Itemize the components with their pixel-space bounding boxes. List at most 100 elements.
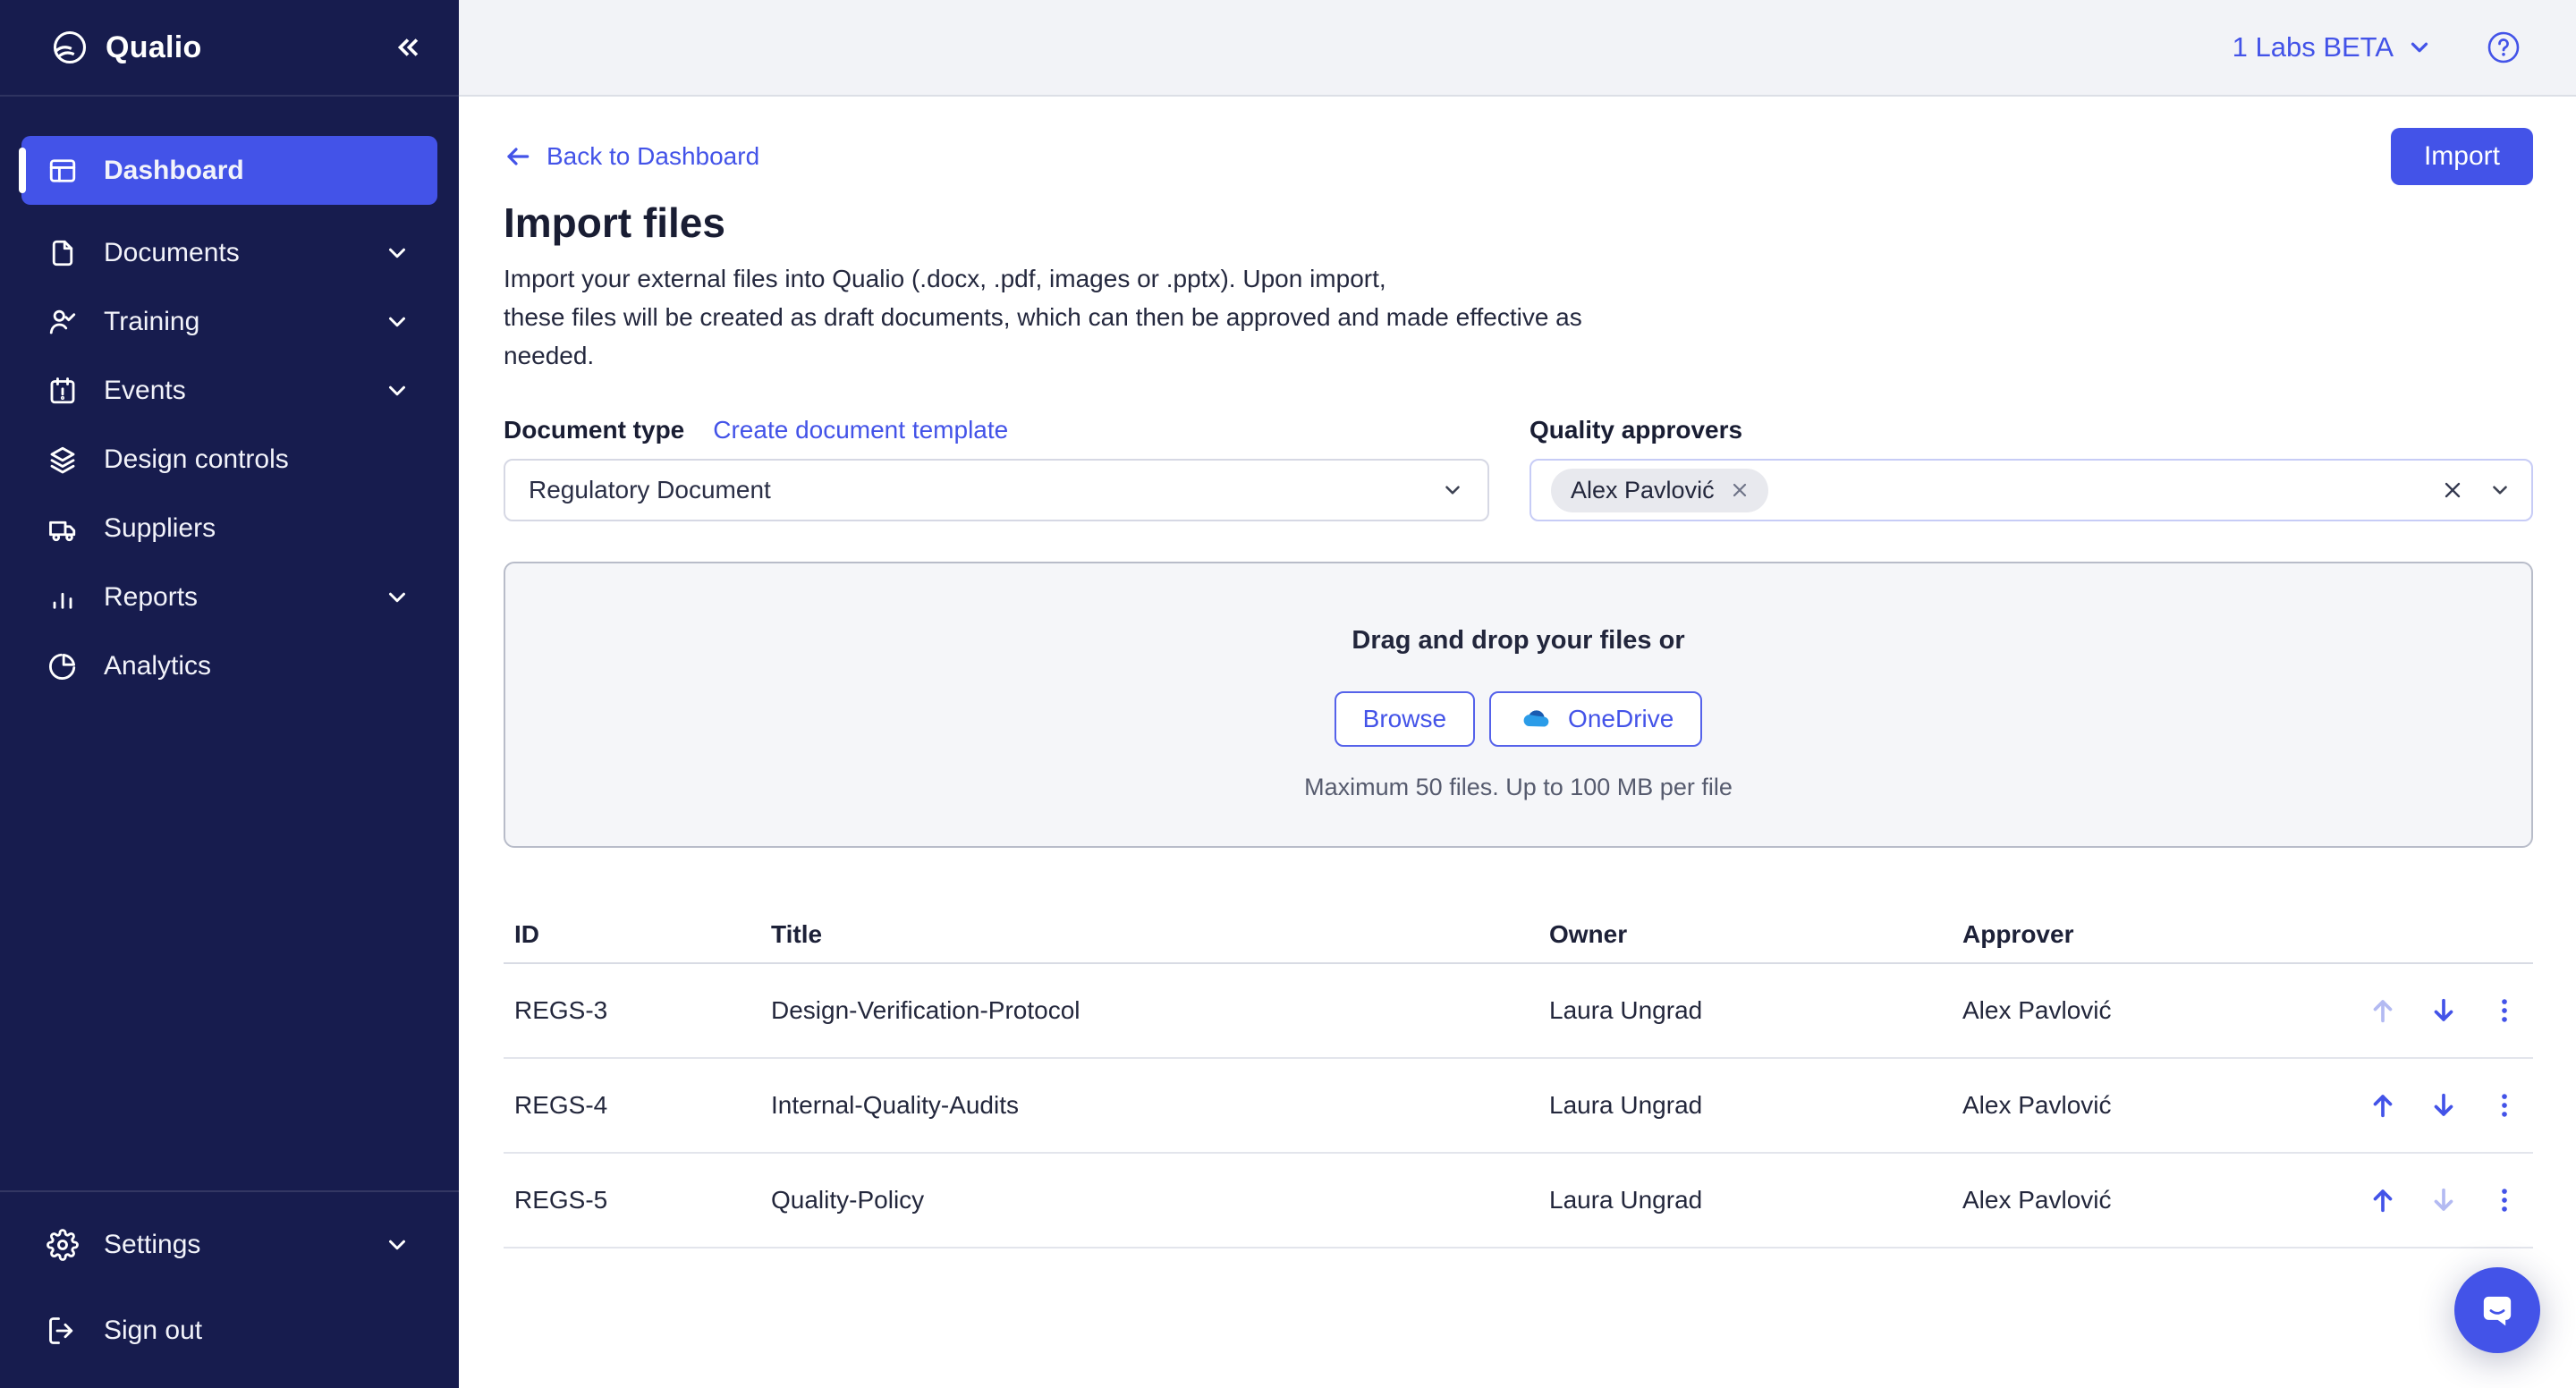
- sidebar-item-label: Sign out: [104, 1316, 411, 1346]
- column-header-owner: Owner: [1538, 920, 1952, 949]
- move-down-button[interactable]: [2424, 1181, 2463, 1220]
- cell-approver: Alex Pavlović: [1952, 1091, 2352, 1120]
- sidebar: Qualio Dashboard Documents Training: [0, 0, 459, 1388]
- sidebar-item-documents[interactable]: Documents: [21, 218, 437, 287]
- move-up-button[interactable]: [2363, 991, 2402, 1030]
- sidebar-item-sign-out[interactable]: Sign out: [21, 1296, 437, 1365]
- sidebar-item-label: Reports: [104, 582, 384, 613]
- chevron-down-icon: [384, 377, 411, 404]
- document-type-field: Document type Create document template R…: [504, 416, 1489, 521]
- topbar: 1 Labs BETA: [459, 0, 2576, 97]
- chevron-down-icon: [384, 309, 411, 335]
- document-type-value: Regulatory Document: [529, 476, 1441, 504]
- back-row: Back to Dashboard Import: [504, 127, 2533, 186]
- quality-approvers-label: Quality approvers: [1530, 416, 1742, 444]
- sidebar-item-design-controls[interactable]: Design controls: [21, 425, 437, 494]
- browse-button[interactable]: Browse: [1335, 691, 1475, 747]
- sidebar-item-reports[interactable]: Reports: [21, 563, 437, 631]
- sidebar-item-label: Analytics: [104, 651, 411, 681]
- browse-button-label: Browse: [1363, 705, 1446, 733]
- sidebar-item-training[interactable]: Training: [21, 287, 437, 356]
- column-header-title: Title: [760, 920, 1538, 949]
- file-dropzone[interactable]: Drag and drop your files or Browse OneDr…: [504, 562, 2533, 848]
- arrow-down-icon: [2428, 995, 2459, 1026]
- cell-title: Internal-Quality-Audits: [760, 1091, 1538, 1120]
- document-type-select[interactable]: Regulatory Document: [504, 459, 1489, 521]
- arrow-down-icon: [2428, 1090, 2459, 1121]
- remove-approver-button[interactable]: [1729, 479, 1750, 501]
- row-menu-button[interactable]: [2485, 991, 2524, 1030]
- kebab-menu-icon: [2489, 995, 2520, 1026]
- import-button[interactable]: Import: [2391, 128, 2533, 185]
- quality-approvers-select[interactable]: Alex Pavlović: [1530, 459, 2533, 521]
- dropzone-note: Maximum 50 files. Up to 100 MB per file: [1304, 774, 1733, 801]
- import-form-row: Document type Create document template R…: [504, 416, 2533, 521]
- arrow-up-icon: [2368, 1185, 2398, 1215]
- onedrive-button[interactable]: OneDrive: [1489, 691, 1702, 747]
- gear-icon: [47, 1229, 79, 1261]
- move-down-button[interactable]: [2424, 1086, 2463, 1125]
- approver-tag-label: Alex Pavlović: [1571, 477, 1715, 504]
- sidebar-item-label: Documents: [104, 238, 384, 268]
- cell-id: REGS-4: [504, 1091, 760, 1120]
- row-menu-button[interactable]: [2485, 1086, 2524, 1125]
- approver-tag: Alex Pavlović: [1551, 469, 1768, 512]
- move-down-button[interactable]: [2424, 991, 2463, 1030]
- help-button[interactable]: [2487, 30, 2521, 64]
- sidebar-item-suppliers[interactable]: Suppliers: [21, 494, 437, 563]
- clear-approvers-button[interactable]: [2440, 478, 2465, 503]
- create-document-template-link[interactable]: Create document template: [713, 416, 1008, 444]
- column-header-approver: Approver: [1952, 920, 2352, 949]
- move-up-button[interactable]: [2363, 1086, 2402, 1125]
- sidebar-collapse-button[interactable]: [393, 32, 423, 63]
- page-description: Import your external files into Qualio (…: [504, 259, 2533, 375]
- description-line: these files will be created as draft doc…: [504, 298, 2533, 336]
- help-icon: [2487, 30, 2521, 64]
- cell-title: Design-Verification-Protocol: [760, 996, 1538, 1025]
- sidebar-header: Qualio: [0, 0, 459, 97]
- sidebar-item-settings[interactable]: Settings: [21, 1210, 437, 1279]
- cell-owner: Laura Ungrad: [1538, 996, 1952, 1025]
- chevron-down-icon: [384, 584, 411, 611]
- kebab-menu-icon: [2489, 1090, 2520, 1121]
- chevron-down-icon: [2406, 34, 2433, 61]
- logo-text: Qualio: [106, 30, 202, 65]
- truck-icon: [47, 512, 79, 545]
- chat-bubble-icon: [2474, 1287, 2521, 1333]
- sidebar-item-label: Dashboard: [104, 156, 411, 186]
- cell-owner: Laura Ungrad: [1538, 1186, 1952, 1214]
- back-to-dashboard-link[interactable]: Back to Dashboard: [504, 142, 759, 171]
- chevron-down-icon: [1441, 478, 1464, 502]
- move-up-button[interactable]: [2363, 1181, 2402, 1220]
- arrow-left-icon: [504, 142, 532, 171]
- sidebar-item-label: Settings: [104, 1230, 384, 1260]
- user-check-icon: [47, 306, 79, 338]
- sidebar-item-label: Design controls: [104, 444, 411, 475]
- cell-owner: Laura Ungrad: [1538, 1091, 1952, 1120]
- description-line: needed.: [504, 336, 2533, 375]
- sidebar-item-events[interactable]: Events: [21, 356, 437, 425]
- sidebar-item-label: Events: [104, 376, 384, 406]
- table-row: REGS-3 Design-Verification-Protocol Laur…: [504, 964, 2533, 1059]
- table-header: ID Title Owner Approver: [504, 907, 2533, 964]
- sign-out-icon: [47, 1315, 79, 1347]
- document-type-label: Document type: [504, 416, 684, 444]
- sidebar-item-analytics[interactable]: Analytics: [21, 631, 437, 700]
- chat-launcher-button[interactable]: [2454, 1267, 2540, 1353]
- page-title: Import files: [504, 199, 2533, 247]
- pie-chart-icon: [47, 650, 79, 682]
- chevrons-left-icon: [393, 32, 423, 63]
- sidebar-bottom: Settings Sign out: [0, 1190, 459, 1388]
- close-icon: [1729, 479, 1750, 501]
- row-menu-button[interactable]: [2485, 1181, 2524, 1220]
- chevron-down-icon: [2488, 478, 2512, 502]
- calendar-alert-icon: [47, 375, 79, 407]
- sidebar-item-dashboard[interactable]: Dashboard: [21, 136, 437, 205]
- account-switcher[interactable]: 1 Labs BETA: [2233, 31, 2433, 63]
- arrow-down-icon: [2428, 1185, 2459, 1215]
- kebab-menu-icon: [2489, 1185, 2520, 1215]
- account-label: 1 Labs BETA: [2233, 31, 2394, 63]
- layers-icon: [47, 444, 79, 476]
- sidebar-nav: Dashboard Documents Training Events: [0, 97, 459, 700]
- table-row: REGS-4 Internal-Quality-Audits Laura Ung…: [504, 1059, 2533, 1154]
